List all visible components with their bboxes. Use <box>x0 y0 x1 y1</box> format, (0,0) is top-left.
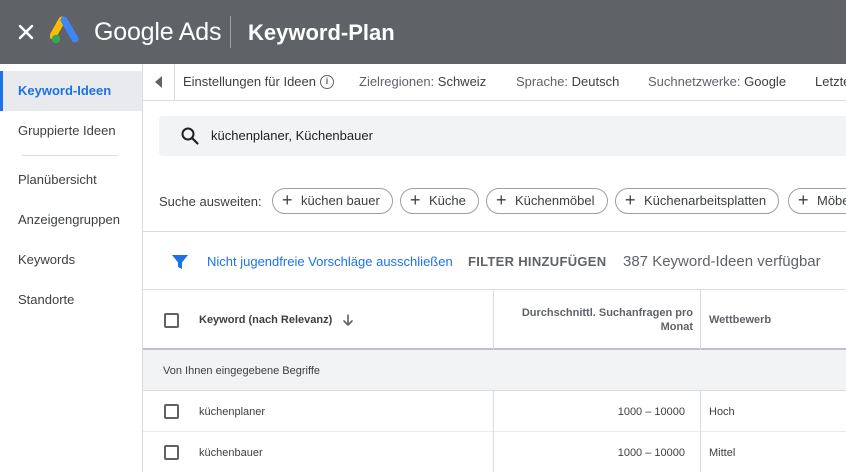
ideas-settings-label[interactable]: Einstellungen für Ideen <box>183 74 316 90</box>
language-label: Sprache: <box>516 74 569 89</box>
column-header-competition[interactable]: Wettbewerb <box>709 313 771 327</box>
sidebar-item-keyword-ideas[interactable]: Keyword-Ideen <box>0 71 142 111</box>
column-divider <box>700 290 701 350</box>
table-group-header: Von Ihnen eingegebene Begriffe <box>143 350 846 391</box>
column-divider <box>493 391 494 432</box>
language-setting[interactable]: Sprache: Deutsch <box>516 74 619 90</box>
keyword-search-input[interactable]: küchenplaner, Küchenbauer <box>159 116 846 156</box>
page-title: Keyword-Plan <box>248 20 395 45</box>
expand-search-row: Suche ausweiten: + küchen bauer + Küche + K… <box>143 170 846 232</box>
plus-icon: + <box>282 190 293 210</box>
sidebar: Keyword-Ideen Gruppierte Ideen Planübers… <box>0 64 143 472</box>
chip-label: Küche <box>429 193 466 208</box>
search-input-value: küchenplaner, Küchenbauer <box>211 128 373 143</box>
sidebar-item-grouped-ideas[interactable]: Gruppierte Ideen <box>0 111 142 151</box>
top-app-bar: Google Ads Keyword-Plan <box>0 0 846 64</box>
table-row[interactable]: küchenbauer 1000 – 10000 Mittel <box>143 432 846 472</box>
search-icon <box>181 127 199 145</box>
filter-icon[interactable] <box>171 253 189 271</box>
sidebar-item-plan-overview[interactable]: Planübersicht <box>0 160 142 200</box>
expand-chip[interactable]: + Möbe <box>788 188 846 214</box>
info-icon[interactable]: i <box>320 75 334 89</box>
row-checkbox[interactable] <box>164 445 179 460</box>
close-icon[interactable] <box>16 22 36 42</box>
plus-icon: + <box>496 190 507 210</box>
avg-searches-cell: 1000 – 10000 <box>617 406 685 418</box>
column-header-keyword[interactable]: Keyword (nach Relevanz) <box>199 313 332 327</box>
avg-searches-cell: 1000 – 10000 <box>617 447 685 459</box>
sidebar-item-keywords[interactable]: Keywords <box>0 240 142 280</box>
column-divider <box>700 432 701 472</box>
language-value: Deutsch <box>571 74 620 89</box>
expand-chip[interactable]: + Küchenarbeitsplatten <box>615 188 780 214</box>
expand-chip[interactable]: + Küche <box>400 188 479 214</box>
filter-row: Nicht jugendfreie Vorschläge ausschließe… <box>143 232 846 290</box>
column-header-avg-monthly-searches[interactable]: Durchschnittl. Suchanfragen pro Monat <box>503 306 693 334</box>
chip-label: küchen bauer <box>301 193 380 208</box>
brand-name: Google Ads <box>94 18 222 46</box>
sidebar-divider <box>22 155 118 156</box>
keyword-cell: küchenbauer <box>199 447 263 459</box>
chip-label: Küchenarbeitsplatten <box>644 193 767 208</box>
ideas-count: 387 Keyword-Ideen verfügbar <box>623 253 821 270</box>
chip-label: Küchenmöbel <box>515 193 595 208</box>
select-all-checkbox[interactable] <box>164 313 179 328</box>
last-period-setting[interactable]: Letzte <box>815 74 846 90</box>
competition-cell: Hoch <box>709 406 735 418</box>
keyword-ideas-table: Keyword (nach Relevanz) Durchschnittl. S… <box>143 290 846 472</box>
add-filter-button[interactable]: FILTER HINZUFÜGEN <box>468 254 606 270</box>
search-networks-setting[interactable]: Suchnetzwerke: Google <box>648 74 786 90</box>
sidebar-item-ad-groups[interactable]: Anzeigengruppen <box>0 200 142 240</box>
search-networks-label: Suchnetzwerke: <box>648 74 741 89</box>
expand-chip[interactable]: + Küchenmöbel <box>486 188 608 214</box>
target-regions-value: Schweiz <box>437 74 487 89</box>
chip-label: Möbe <box>817 193 846 208</box>
plus-icon: + <box>625 190 636 210</box>
table-header: Keyword (nach Relevanz) Durchschnittl. S… <box>143 290 846 350</box>
search-networks-value: Google <box>744 74 787 89</box>
column-divider <box>493 432 494 472</box>
ideas-settings-bar: Einstellungen für Ideen i Zielregionen: … <box>143 64 846 101</box>
sidebar-item-locations[interactable]: Standorte <box>0 280 142 320</box>
expand-search-label: Suche ausweiten: <box>159 194 262 209</box>
column-divider <box>493 290 494 350</box>
competition-cell: Mittel <box>709 447 736 459</box>
header-divider <box>230 16 231 48</box>
group-label: Von Ihnen eingegebene Begriffe <box>163 365 320 377</box>
table-row[interactable]: küchenplaner 1000 – 10000 Hoch <box>143 391 846 432</box>
google-ads-logo-icon <box>50 16 79 44</box>
expand-chip[interactable]: + küchen bauer <box>272 188 393 214</box>
arrow-down-icon[interactable] <box>341 313 355 327</box>
plus-icon: + <box>410 190 421 210</box>
plus-icon: + <box>798 190 809 210</box>
target-regions-setting[interactable]: Zielregionen: Schweiz <box>359 74 486 90</box>
row-checkbox[interactable] <box>164 404 179 419</box>
exclude-adult-ideas-filter[interactable]: Nicht jugendfreie Vorschläge ausschließe… <box>207 254 453 270</box>
target-regions-label: Zielregionen: <box>359 74 435 89</box>
collapse-sidebar-button[interactable] <box>143 64 175 100</box>
keyword-cell: küchenplaner <box>199 406 266 418</box>
column-divider <box>700 391 701 432</box>
